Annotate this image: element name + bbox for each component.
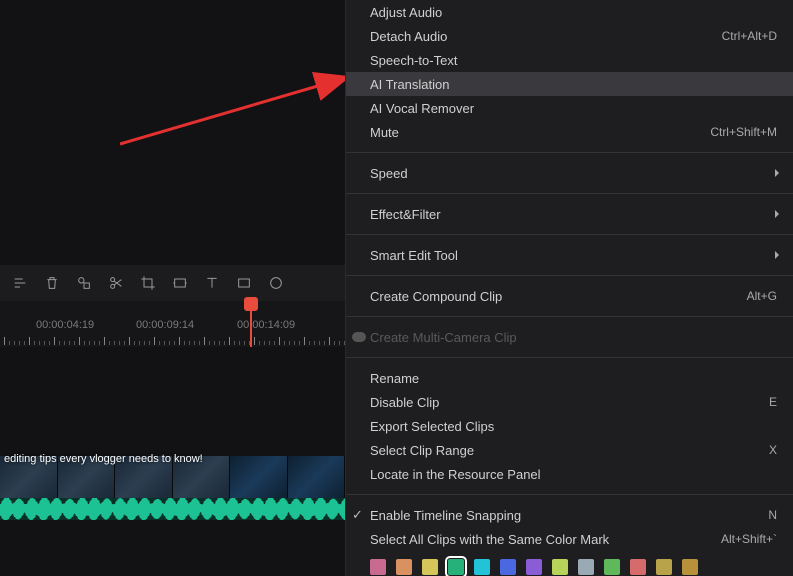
menu-separator xyxy=(346,234,793,235)
menu-item-enable-timeline-snapping[interactable]: ✓ Enable Timeline Snapping N xyxy=(346,503,793,527)
color-swatch[interactable] xyxy=(630,559,646,575)
menu-item-label: AI Translation xyxy=(370,77,450,92)
menu-shortcut: Alt+G xyxy=(747,289,777,303)
menu-item-label: Disable Clip xyxy=(370,395,439,410)
playhead-marker[interactable] xyxy=(244,297,258,311)
ruler-time: 00:00:04:19 xyxy=(36,319,94,331)
color-swatch[interactable] xyxy=(526,559,542,575)
menu-item-detach-audio[interactable]: Detach Audio Ctrl+Alt+D xyxy=(346,24,793,48)
menu-item-smart-edit-tool[interactable]: Smart Edit Tool xyxy=(346,243,793,267)
menu-item-locate-in-the-resource-panel[interactable]: Locate in the Resource Panel xyxy=(346,462,793,486)
menu-item-label: Rename xyxy=(370,371,419,386)
menu-separator xyxy=(346,316,793,317)
color-swatch[interactable] xyxy=(474,559,490,575)
menu-item-label: Effect&Filter xyxy=(370,207,441,222)
menu-item-label: Smart Edit Tool xyxy=(370,248,458,263)
crop-icon[interactable] xyxy=(134,269,162,297)
menu-item-label: Create Multi-Camera Clip xyxy=(370,330,517,345)
color-swatch[interactable] xyxy=(370,559,386,575)
menu-item-export-selected-clips[interactable]: Export Selected Clips xyxy=(346,414,793,438)
color-swatch[interactable] xyxy=(552,559,568,575)
shapes-icon[interactable] xyxy=(70,269,98,297)
color-swatch[interactable] xyxy=(448,559,464,575)
menu-item-create-multi-camera-clip: Create Multi-Camera Clip xyxy=(346,325,793,349)
menu-item-ai-vocal-remover[interactable]: AI Vocal Remover xyxy=(346,96,793,120)
trash-icon[interactable] xyxy=(38,269,66,297)
menu-item-label: Select All Clips with the Same Color Mar… xyxy=(370,532,609,547)
menu-separator xyxy=(346,193,793,194)
menu-item-speed[interactable]: Speed xyxy=(346,161,793,185)
menu-item-mute[interactable]: Mute Ctrl+Shift+M xyxy=(346,120,793,144)
menu-item-label: Mute xyxy=(370,125,399,140)
menu-item-label: Speed xyxy=(370,166,408,181)
color-mark-row xyxy=(346,551,793,575)
color-swatch[interactable] xyxy=(500,559,516,575)
menu-item-create-compound-clip[interactable]: Create Compound Clip Alt+G xyxy=(346,284,793,308)
menu-shortcut: Ctrl+Alt+D xyxy=(722,29,777,43)
menu-item-label: Detach Audio xyxy=(370,29,447,44)
timeline-toolbar xyxy=(0,265,345,301)
ruler-time: 00:00:09:14 xyxy=(136,319,194,331)
menu-item-label: Select Clip Range xyxy=(370,443,474,458)
adjust-icon[interactable] xyxy=(6,269,34,297)
clip-title: editing tips every vlogger needs to know… xyxy=(4,453,203,465)
color-swatch[interactable] xyxy=(682,559,698,575)
menu-shortcut: Ctrl+Shift+M xyxy=(710,125,777,139)
menu-item-label: AI Vocal Remover xyxy=(370,101,474,116)
menu-item-label: Enable Timeline Snapping xyxy=(370,508,521,523)
menu-separator xyxy=(346,357,793,358)
menu-item-label: Locate in the Resource Panel xyxy=(370,467,541,482)
color-swatch[interactable] xyxy=(656,559,672,575)
stabilize-icon[interactable] xyxy=(166,269,194,297)
menu-separator xyxy=(346,275,793,276)
ruler-time: 00:00:14:09 xyxy=(237,319,295,331)
menu-item-label: Adjust Audio xyxy=(370,5,442,20)
menu-shortcut: N xyxy=(768,508,777,522)
menu-item-select-clip-range[interactable]: Select Clip Range X xyxy=(346,438,793,462)
menu-item-speech-to-text[interactable]: Speech-to-Text xyxy=(346,48,793,72)
menu-item-select-all-clips-with-the-same-color-mark[interactable]: Select All Clips with the Same Color Mar… xyxy=(346,527,793,551)
menu-item-adjust-audio[interactable]: Adjust Audio xyxy=(346,0,793,24)
menu-item-label: Create Compound Clip xyxy=(370,289,502,304)
color-swatch[interactable] xyxy=(396,559,412,575)
menu-shortcut: E xyxy=(769,395,777,409)
check-icon: ✓ xyxy=(352,507,363,523)
scissors-icon[interactable] xyxy=(102,269,130,297)
menu-item-label: Export Selected Clips xyxy=(370,419,494,434)
multicam-icon xyxy=(352,332,366,342)
context-menu: Adjust Audio Detach Audio Ctrl+Alt+D Speech… xyxy=(345,0,793,576)
menu-separator xyxy=(346,152,793,153)
menu-shortcut: X xyxy=(769,443,777,457)
menu-item-disable-clip[interactable]: Disable Clip E xyxy=(346,390,793,414)
color-swatch[interactable] xyxy=(422,559,438,575)
text-icon[interactable] xyxy=(198,269,226,297)
menu-shortcut: Alt+Shift+` xyxy=(721,532,777,546)
menu-item-effect-filter[interactable]: Effect&Filter xyxy=(346,202,793,226)
video-preview xyxy=(0,0,345,265)
menu-separator xyxy=(346,494,793,495)
menu-item-label: Speech-to-Text xyxy=(370,53,457,68)
rectangle-icon[interactable] xyxy=(230,269,258,297)
color-swatch[interactable] xyxy=(578,559,594,575)
audio-waveform[interactable] xyxy=(0,498,345,520)
color-swatch[interactable] xyxy=(604,559,620,575)
menu-item-rename[interactable]: Rename xyxy=(346,366,793,390)
menu-item-ai-translation[interactable]: AI Translation xyxy=(346,72,793,96)
ellipse-icon[interactable] xyxy=(262,269,290,297)
